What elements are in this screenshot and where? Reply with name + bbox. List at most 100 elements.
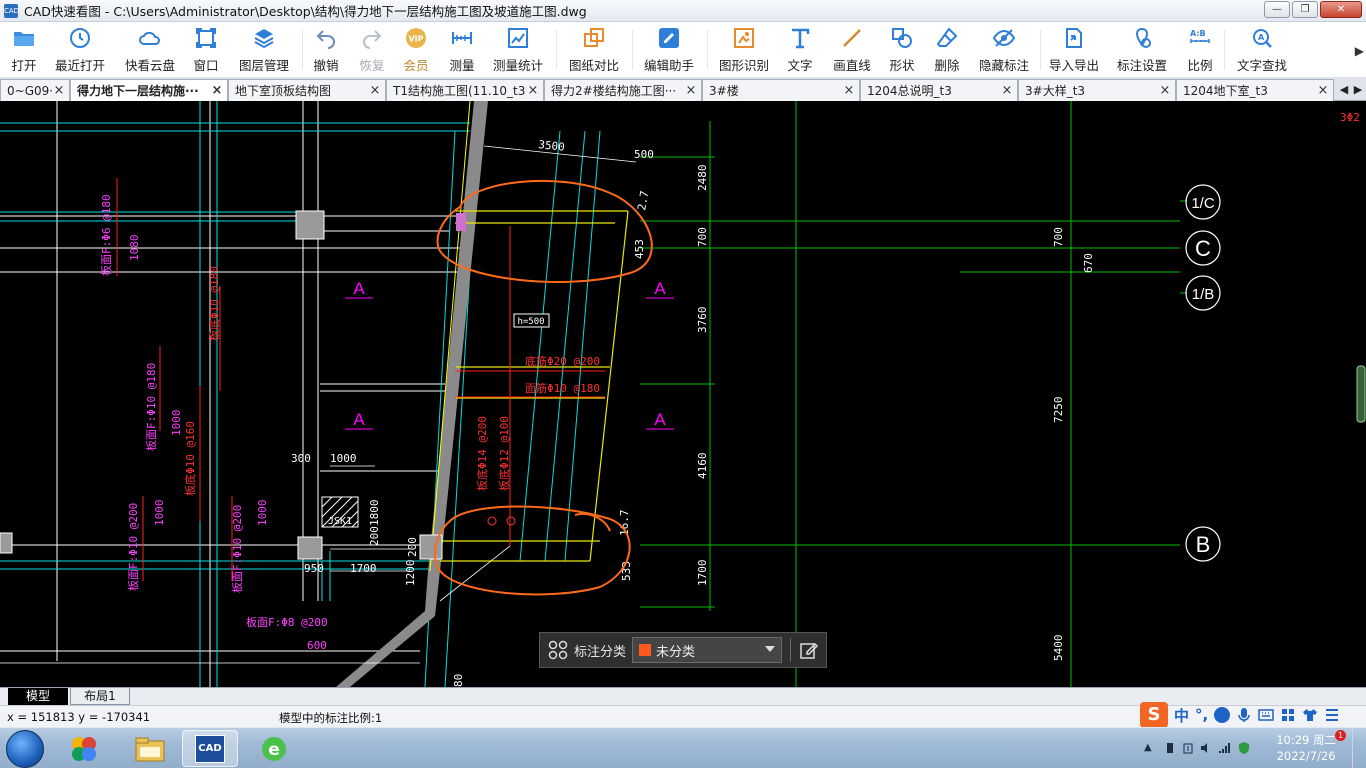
vip-button[interactable]: VIP 会员 <box>400 26 432 74</box>
open-button[interactable]: 打开 <box>8 26 40 74</box>
cursor-coordinates: x = 151813 y = -170341 <box>7 710 151 724</box>
hide-annotation-label: 隐藏标注 <box>978 58 1029 73</box>
hide-annotation-button[interactable]: 隐藏标注 <box>976 26 1032 74</box>
edit-note-icon[interactable] <box>799 640 819 660</box>
recent-open-label: 最近打开 <box>54 58 105 73</box>
security-shield-icon[interactable] <box>1238 742 1250 754</box>
layout-tab-layout1[interactable]: 布局1 <box>70 688 130 705</box>
document-tab[interactable]: 得力地下一层结构施··· × <box>70 79 228 101</box>
measure-button[interactable]: 测量 <box>446 26 478 74</box>
shape-button[interactable]: 形状 <box>886 26 918 74</box>
undo-button[interactable]: 撤销 <box>310 26 342 74</box>
app-window: CAD CAD快速看图 - C:\Users\Administrator\Des… <box>0 0 1366 768</box>
draw-line-button[interactable]: 画直线 <box>830 26 874 74</box>
microphone-icon[interactable] <box>1236 707 1252 723</box>
document-tab[interactable]: 地下室顶板结构图 × <box>228 79 386 101</box>
skin-shirt-icon[interactable] <box>1302 707 1318 723</box>
close-tab-icon[interactable]: × <box>1316 83 1330 98</box>
close-tab-icon[interactable]: × <box>368 83 382 98</box>
scale-button[interactable]: A:B 比例 <box>1184 26 1216 74</box>
grid-apps-icon[interactable] <box>548 640 568 660</box>
ime-chinese-mode[interactable]: 中 <box>1174 705 1189 726</box>
toolbox-icon[interactable] <box>1280 707 1296 723</box>
close-tab-icon[interactable]: × <box>210 83 224 98</box>
recent-open-button[interactable]: 最近打开 <box>52 26 108 74</box>
text-search-button[interactable]: A 文字查找 <box>1234 26 1290 74</box>
document-tab[interactable]: 1204总说明_t3 × <box>860 79 1018 101</box>
slab-note: 板面F:Φ6 @180 <box>99 194 113 276</box>
delete-button[interactable]: 删除 <box>931 26 963 74</box>
import-export-button[interactable]: 导入导出 <box>1046 26 1102 74</box>
tab-next-button[interactable]: ▶ <box>1352 80 1364 100</box>
cloud-drive-label: 快看云盘 <box>124 58 175 73</box>
vip-icon: VIP <box>406 28 426 48</box>
close-button[interactable]: ✕ <box>1320 1 1362 18</box>
vertical-scrollbar-thumb[interactable] <box>1356 365 1366 423</box>
windows-start-icon[interactable] <box>6 730 44 768</box>
show-desktop-button[interactable] <box>1352 728 1366 768</box>
document-tab[interactable]: 得力2#楼结构施工图··· × <box>544 79 702 101</box>
taskbar-app-cad[interactable]: CAD <box>182 730 238 767</box>
edit-assistant-icon <box>659 28 679 48</box>
measure-stats-button[interactable]: 测量统计 <box>490 26 546 74</box>
close-tab-icon[interactable]: × <box>842 83 856 98</box>
windows-taskbar: CAD e ▲ 10:29 周二 2022/7/26 1 <box>0 727 1366 768</box>
document-tab[interactable]: 3#楼 × <box>702 79 860 101</box>
redo-button[interactable]: 恢复 <box>356 26 388 74</box>
toolbar-divider <box>632 30 633 70</box>
usb-device-icon[interactable] <box>1164 742 1176 754</box>
shape-label: 形状 <box>889 58 915 73</box>
layout-tab-model[interactable]: 模型 <box>8 688 68 705</box>
close-tab-icon[interactable]: × <box>1158 83 1172 98</box>
close-tab-icon[interactable]: × <box>526 83 540 98</box>
ime-menu-icon[interactable] <box>1324 707 1340 723</box>
axis-label-c: C <box>1195 236 1211 261</box>
edit-assistant-button[interactable]: 编辑助手 <box>641 26 697 74</box>
sogou-ime-icon[interactable]: S <box>1140 702 1168 728</box>
slab-note: 板面F:Φ10 @200 <box>126 503 140 591</box>
ime-punctuation-mode[interactable]: °, <box>1195 706 1208 724</box>
document-tab[interactable]: 1204地下室_t3 × <box>1176 79 1334 101</box>
document-tab[interactable]: T1结构施工图(11.10_t3 × <box>386 79 544 101</box>
section-mark-a: A <box>353 279 365 298</box>
text-t-icon <box>792 28 810 49</box>
tray-expand-icon[interactable]: ▲ <box>1144 742 1156 754</box>
system-clock[interactable]: 10:29 周二 2022/7/26 <box>1276 732 1336 764</box>
power-icon[interactable] <box>1182 742 1194 754</box>
drawing-compare-button[interactable]: 图纸对比 <box>566 26 622 74</box>
annotation-settings-label: 标注设置 <box>1116 58 1167 73</box>
drawing-canvas[interactable]: 1/C C 1/B B JSK1 A A A A h=500 底筋Φ20 @20… <box>0 101 1366 687</box>
close-tab-icon[interactable]: × <box>684 83 698 98</box>
close-tab-icon[interactable]: × <box>52 83 66 98</box>
tab-prev-button[interactable]: ◀ <box>1338 80 1350 100</box>
dimension-text: 7250 <box>1052 397 1065 424</box>
layer-manager-button[interactable]: 图层管理 <box>236 26 292 74</box>
section-mark-a: A <box>654 279 666 298</box>
document-tab-label: 1204地下室_t3 <box>1183 84 1268 98</box>
taskbar-app-ie[interactable]: e <box>246 730 302 767</box>
slab-note: 板面F:Φ8 @200 <box>246 615 328 629</box>
volume-icon[interactable] <box>1200 742 1212 754</box>
document-tab[interactable]: 3#大样_t3 × <box>1018 79 1176 101</box>
keyboard-icon[interactable] <box>1258 708 1274 722</box>
minimize-button[interactable]: — <box>1264 1 1290 18</box>
structure-lines <box>0 101 470 687</box>
taskbar-app-360[interactable] <box>56 730 112 767</box>
network-signal-icon[interactable] <box>1218 742 1230 754</box>
window-button[interactable]: 窗口 <box>190 26 222 74</box>
toolbar-more-button[interactable]: ▶ <box>1355 44 1364 58</box>
import-export-icon <box>1066 28 1082 48</box>
cad-drawing[interactable]: 1/C C 1/B B JSK1 A A A A h=500 底筋Φ20 @20… <box>0 101 1366 687</box>
ime-emoji-icon[interactable] <box>1214 707 1231 723</box>
text-button[interactable]: 文字 <box>784 26 816 74</box>
document-tab[interactable]: 0~G09···× <box>0 79 70 101</box>
taskbar-app-explorer[interactable] <box>122 730 178 767</box>
clock-time: 10:29 周二 <box>1276 733 1336 747</box>
annotation-category-select[interactable]: 未分类 <box>632 637 783 663</box>
maximize-button[interactable]: ❐ <box>1292 1 1318 18</box>
annotation-settings-button[interactable]: 标注设置 <box>1114 26 1170 74</box>
app-logo-icon: CAD <box>4 3 19 18</box>
cloud-drive-button[interactable]: 快看云盘 <box>122 26 178 74</box>
close-tab-icon[interactable]: × <box>1000 83 1014 98</box>
shape-recognize-button[interactable]: 图形识别 <box>716 26 772 74</box>
